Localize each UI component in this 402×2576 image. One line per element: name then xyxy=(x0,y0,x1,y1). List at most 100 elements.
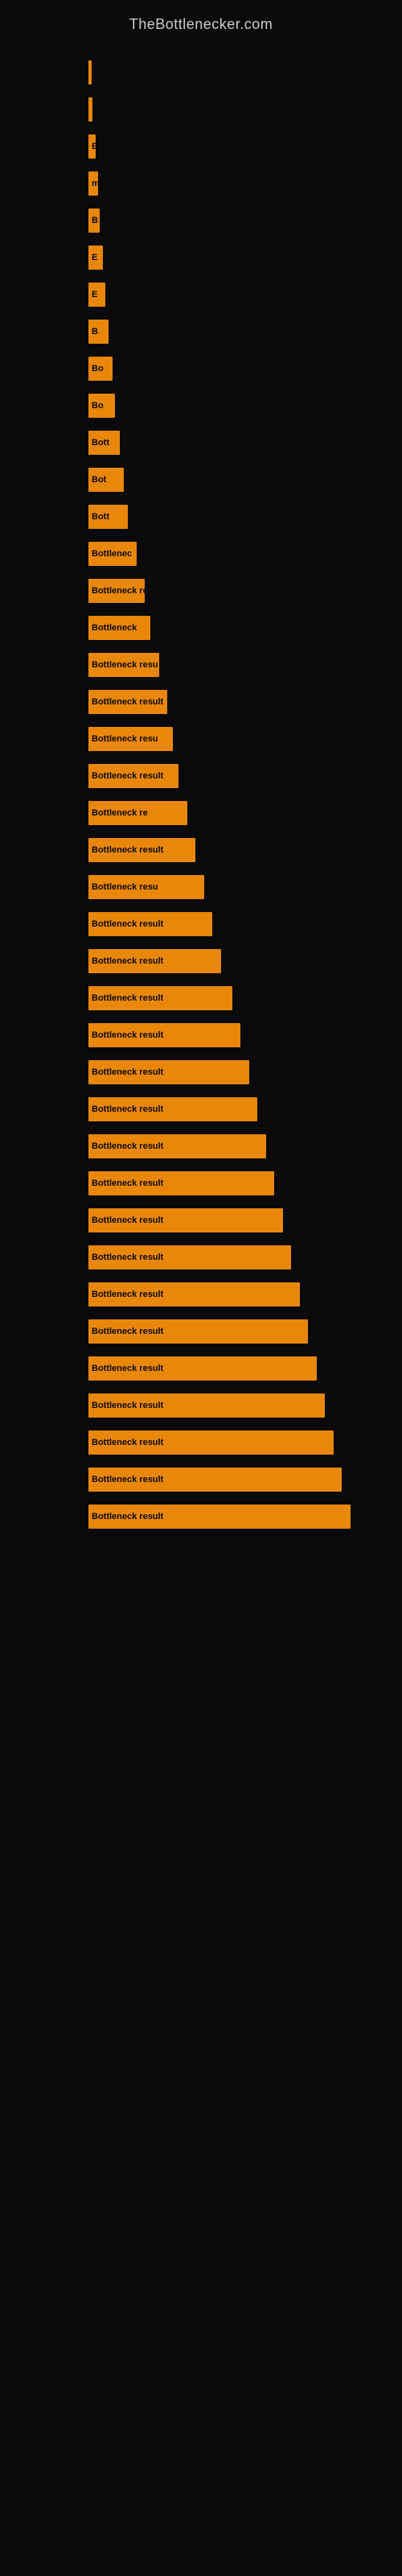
bar-fill: Bottleneck xyxy=(88,616,150,640)
bar-fill: Bottleneck result xyxy=(88,1171,274,1195)
bar-fill: B xyxy=(88,320,109,344)
bar-text: E xyxy=(92,142,96,151)
bar-fill: Bottleneck result xyxy=(88,1282,300,1307)
bar-fill: Bot xyxy=(88,468,124,492)
bar-row: Bottleneck result xyxy=(16,761,386,791)
bar-row: Bot xyxy=(16,464,386,495)
bar-row: Bottleneck result xyxy=(16,909,386,939)
bar-track: Bottleneck result xyxy=(88,1466,386,1493)
bar-row: Bo xyxy=(16,353,386,384)
bar-row: Bottleneck result xyxy=(16,983,386,1013)
bar-row: Bottleneck resu xyxy=(16,872,386,902)
bar-row: Bottleneck result xyxy=(16,1427,386,1458)
bar-row: Bottleneck result xyxy=(16,946,386,976)
bar-fill: E xyxy=(88,246,103,270)
bar-fill xyxy=(88,60,92,85)
bar-track: Bottleneck result xyxy=(88,1096,386,1123)
bar-row: Bottleneck result xyxy=(16,1131,386,1162)
bar-track: Bottleneck result xyxy=(88,1318,386,1345)
bar-track: Bottleneck result xyxy=(88,1133,386,1160)
bar-text: Bottleneck result xyxy=(92,1401,163,1410)
bar-text: Bottleneck result xyxy=(92,1030,163,1040)
bar-row: Bottleneck result xyxy=(16,1501,386,1532)
bar-fill: Bottleneck re xyxy=(88,801,187,825)
bar-text: Bottlenec xyxy=(92,549,132,559)
bar-track: Bottleneck result xyxy=(88,1059,386,1086)
bar-fill: Bo xyxy=(88,394,115,418)
bar-track: Bottleneck result xyxy=(88,1503,386,1530)
bar-track: Bo xyxy=(88,392,386,419)
site-title: TheBottlenecker.com xyxy=(0,8,402,49)
bar-row: Bottleneck result xyxy=(16,1242,386,1273)
bar-row: Bottleneck xyxy=(16,613,386,643)
bar-track: Bottleneck result xyxy=(88,688,386,716)
bar-row: Bottleneck result xyxy=(16,1390,386,1421)
bar-fill: Bo xyxy=(88,357,113,381)
bar-track: Bottleneck resu xyxy=(88,725,386,753)
bar-fill: Bottleneck result xyxy=(88,912,212,936)
bar-track: E xyxy=(88,281,386,308)
bar-row: Bottleneck resu xyxy=(16,724,386,754)
bar-text: Bottleneck result xyxy=(92,1067,163,1077)
bar-text: Bottleneck result xyxy=(92,1104,163,1114)
bar-row: Bottleneck result xyxy=(16,1094,386,1125)
bar-row xyxy=(16,94,386,125)
bar-row: Bo xyxy=(16,390,386,421)
bar-row: Bottleneck result xyxy=(16,1020,386,1051)
bar-fill: Bottleneck result xyxy=(88,1468,342,1492)
bar-row: Bottleneck resu xyxy=(16,650,386,680)
bar-track: Bottleneck re xyxy=(88,577,386,605)
bar-row: Bottleneck result xyxy=(16,1316,386,1347)
bar-text: Bottleneck result xyxy=(92,697,163,707)
bar-track: B xyxy=(88,318,386,345)
bar-text: Bottleneck resu xyxy=(92,882,158,892)
bar-fill: Bottleneck result xyxy=(88,1097,257,1121)
bars-container: EmBEEBBoBoBottBotBottBottlenecBottleneck… xyxy=(0,49,402,1546)
bar-fill: Bottleneck result xyxy=(88,764,178,788)
bar-text: Bottleneck resu xyxy=(92,734,158,744)
bar-text: Bottleneck xyxy=(92,623,137,633)
bar-fill: Bottleneck result xyxy=(88,1430,334,1455)
bar-track: Bo xyxy=(88,355,386,382)
bar-text: E xyxy=(92,253,97,262)
bar-track: Bottleneck result xyxy=(88,1429,386,1456)
bar-fill: Bottleneck resu xyxy=(88,875,204,899)
bar-fill: Bott xyxy=(88,431,120,455)
bar-text: Bottleneck result xyxy=(92,1327,163,1336)
bar-fill: Bottleneck result xyxy=(88,1023,240,1047)
bar-row: m xyxy=(16,168,386,199)
bar-fill: E xyxy=(88,134,96,159)
bar-row: Bottleneck result xyxy=(16,1279,386,1310)
bar-text: Bottleneck result xyxy=(92,1141,163,1151)
bar-fill: Bottleneck resu xyxy=(88,727,173,751)
bar-fill xyxy=(88,97,92,122)
bar-track: Bottleneck result xyxy=(88,1022,386,1049)
bar-row: Bott xyxy=(16,502,386,532)
page-container: TheBottlenecker.com EmBEEBBoBoBottBotBot… xyxy=(0,0,402,2576)
bar-text: m xyxy=(92,179,98,188)
bar-track: E xyxy=(88,133,386,160)
bar-fill: Bottleneck resu xyxy=(88,653,159,677)
bar-text: Bottleneck result xyxy=(92,1364,163,1373)
bar-track: Bottleneck resu xyxy=(88,651,386,679)
bar-row: Bottleneck re xyxy=(16,798,386,828)
bar-track: Bottlenec xyxy=(88,540,386,568)
bar-fill: m xyxy=(88,171,98,196)
bar-track: Bottleneck result xyxy=(88,985,386,1012)
bar-track: Bottleneck result xyxy=(88,836,386,864)
bar-row: Bottleneck result xyxy=(16,1168,386,1199)
bar-text: Bottleneck resu xyxy=(92,660,158,670)
bar-text: Bo xyxy=(92,401,104,411)
bar-text: B xyxy=(92,327,98,336)
bar-row: E xyxy=(16,131,386,162)
bar-row: Bottlenec xyxy=(16,539,386,569)
bar-fill: Bottleneck result xyxy=(88,1208,283,1232)
bar-text: Bottleneck result xyxy=(92,1179,163,1188)
bar-text: Bottleneck result xyxy=(92,1290,163,1299)
bar-track: Bottleneck result xyxy=(88,1281,386,1308)
bar-fill: Bottleneck result xyxy=(88,986,232,1010)
bar-row: Bottleneck result xyxy=(16,687,386,717)
bar-row: Bottleneck result xyxy=(16,835,386,865)
bar-fill: Bottleneck result xyxy=(88,1245,291,1269)
bar-fill: Bott xyxy=(88,505,128,529)
